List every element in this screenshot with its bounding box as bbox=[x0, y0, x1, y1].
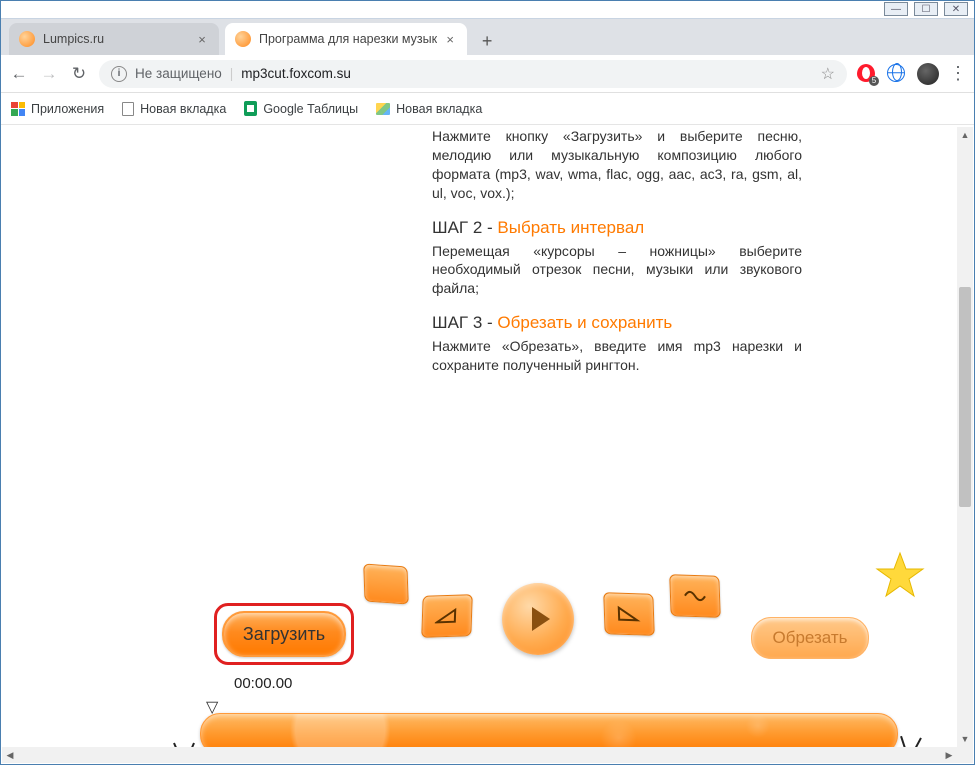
profile-avatar[interactable] bbox=[917, 63, 939, 85]
browser-toolbar: ← → ↻ i Не защищено | mp3cut.foxcom.su ☆… bbox=[1, 55, 974, 93]
tab-lumpics[interactable]: Lumpics.ru × bbox=[9, 23, 219, 55]
step1-body: Нажмите кнопку «Загрузить» и выберите пе… bbox=[432, 127, 802, 203]
bookmark-star-icon[interactable]: ☆ bbox=[821, 64, 835, 84]
close-tab-icon[interactable]: × bbox=[195, 32, 209, 46]
window-controls: — ☐ ✕ bbox=[884, 2, 968, 16]
step3-title: ШАГ 3 - Обрезать и сохранить bbox=[432, 312, 802, 335]
favorite-star-icon[interactable] bbox=[875, 551, 925, 599]
minimize-button[interactable]: — bbox=[884, 2, 908, 16]
stop-button[interactable] bbox=[363, 564, 409, 605]
bookmark-label: Google Таблицы bbox=[263, 102, 358, 116]
cut-button[interactable]: Обрезать bbox=[751, 617, 869, 659]
bookmarks-bar: Приложения Новая вкладка Google Таблицы … bbox=[1, 93, 974, 125]
extension-opera-icon[interactable]: 5 bbox=[857, 64, 877, 84]
apps-grid-icon bbox=[11, 102, 25, 116]
extension-globe-icon[interactable] bbox=[887, 64, 907, 84]
sheets-icon bbox=[244, 101, 257, 116]
waveform-track[interactable] bbox=[200, 713, 898, 747]
os-titlebar: — ☐ ✕ bbox=[1, 1, 974, 19]
bookmark-newtab-2[interactable]: Новая вкладка bbox=[376, 102, 482, 116]
scroll-corner bbox=[957, 747, 973, 763]
back-button[interactable]: ← bbox=[9, 64, 29, 84]
upload-button[interactable]: Загрузить bbox=[222, 611, 346, 657]
instructions-column: Нажмите кнопку «Загрузить» и выберите пе… bbox=[432, 127, 802, 389]
page-viewport: Нажмите кнопку «Загрузить» и выберите пе… bbox=[2, 127, 957, 747]
forward-button[interactable]: → bbox=[39, 64, 59, 84]
reload-button[interactable]: ↻ bbox=[69, 64, 89, 84]
fade-in-button[interactable] bbox=[421, 594, 473, 638]
bookmark-label: Новая вкладка bbox=[396, 102, 482, 116]
play-triangle-icon bbox=[532, 607, 550, 631]
step2-body: Перемещая «курсоры – ножницы» выберите н… bbox=[432, 242, 802, 299]
address-bar[interactable]: i Не защищено | mp3cut.foxcom.su ☆ bbox=[99, 60, 847, 88]
scroll-thumb[interactable] bbox=[959, 287, 971, 507]
bookmark-sheets[interactable]: Google Таблицы bbox=[244, 101, 358, 116]
new-tab-button[interactable]: + bbox=[473, 27, 501, 55]
close-window-button[interactable]: ✕ bbox=[944, 2, 968, 16]
favicon-icon bbox=[19, 31, 35, 47]
url-text: mp3cut.foxcom.su bbox=[241, 66, 812, 81]
step3-body: Нажмите «Обрезать», введите имя mp3 наре… bbox=[432, 337, 802, 375]
bookmark-label: Новая вкладка bbox=[140, 102, 226, 116]
scissors-right-icon[interactable] bbox=[889, 732, 930, 747]
badge-count: 5 bbox=[869, 76, 879, 86]
scroll-left-icon[interactable]: ◀ bbox=[2, 747, 18, 763]
photo-icon bbox=[376, 103, 390, 115]
bookmark-apps[interactable]: Приложения bbox=[11, 102, 104, 116]
play-button[interactable] bbox=[502, 583, 574, 655]
tab-title: Lumpics.ru bbox=[43, 32, 189, 46]
browser-menu-button[interactable]: ⋮ bbox=[949, 63, 966, 84]
tab-mp3cut[interactable]: Программа для нарезки музык × bbox=[225, 23, 467, 55]
bookmark-label: Приложения bbox=[31, 102, 104, 116]
scissors-left-icon[interactable] bbox=[166, 739, 202, 747]
wave-button[interactable] bbox=[669, 574, 721, 618]
bookmark-newtab-1[interactable]: Новая вкладка bbox=[122, 102, 226, 116]
document-icon bbox=[122, 102, 134, 116]
divider: | bbox=[230, 66, 234, 81]
scroll-up-icon[interactable]: ▲ bbox=[957, 127, 973, 143]
scroll-down-icon[interactable]: ▼ bbox=[957, 731, 973, 747]
favicon-icon bbox=[235, 31, 251, 47]
step2-title: ШАГ 2 - Выбрать интервал bbox=[432, 217, 802, 240]
playhead-time: 00:00.00 bbox=[234, 675, 292, 692]
close-tab-icon[interactable]: × bbox=[443, 32, 457, 46]
browser-window: — ☐ ✕ Lumpics.ru × Программа для нарезки… bbox=[0, 0, 975, 765]
horizontal-scrollbar[interactable]: ◀ ▶ bbox=[2, 747, 957, 763]
tab-strip: Lumpics.ru × Программа для нарезки музык… bbox=[1, 19, 974, 55]
security-label: Не защищено bbox=[135, 66, 222, 81]
maximize-button[interactable]: ☐ bbox=[914, 2, 938, 16]
site-info-icon[interactable]: i bbox=[111, 66, 127, 82]
vertical-scrollbar[interactable]: ▲ ▼ bbox=[957, 127, 973, 747]
fade-out-button[interactable] bbox=[603, 592, 655, 636]
tab-title: Программа для нарезки музык bbox=[259, 32, 437, 46]
scroll-right-icon[interactable]: ▶ bbox=[941, 747, 957, 763]
